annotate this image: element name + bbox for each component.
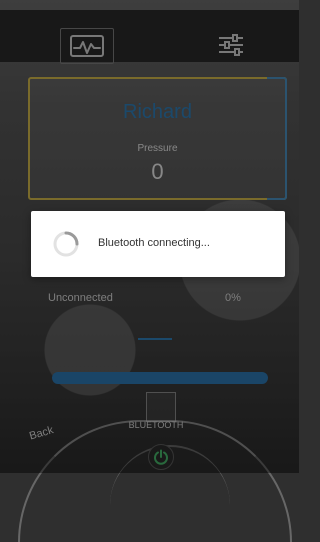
dialog-message: Bluetooth connecting... [98, 237, 210, 249]
loading-spinner-icon [51, 229, 81, 259]
bluetooth-connecting-dialog: Bluetooth connecting... [31, 211, 285, 277]
